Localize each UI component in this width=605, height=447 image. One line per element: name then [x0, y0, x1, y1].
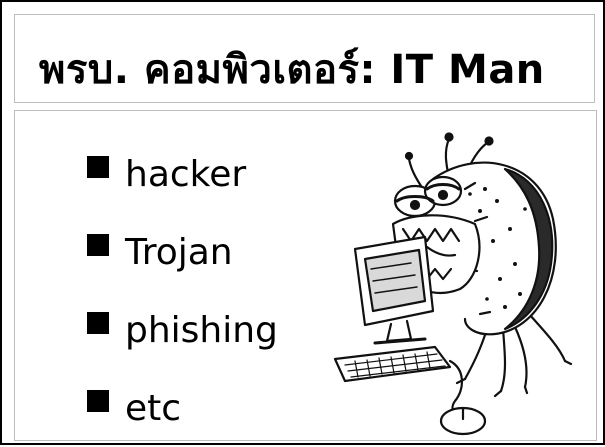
- bullet-label: etc: [125, 387, 182, 429]
- slide-frame: พรบ. คอมพิวเตอร์: IT Man hacker Trojan p…: [0, 0, 605, 445]
- slide-title: พรบ. คอมพิวเตอร์: IT Man: [39, 47, 545, 93]
- bullet-label: Trojan: [125, 231, 233, 273]
- square-bullet-icon: [87, 312, 109, 334]
- bullet-list: hacker Trojan phishing etc: [87, 135, 278, 447]
- square-bullet-icon: [87, 390, 109, 412]
- bullet-item: phishing: [87, 291, 278, 369]
- title-panel: พรบ. คอมพิวเตอร์: IT Man: [14, 14, 595, 103]
- square-bullet-icon: [87, 234, 109, 256]
- bullet-label: hacker: [125, 153, 247, 195]
- bullet-item: hacker: [87, 135, 278, 213]
- bullet-item: etc: [87, 369, 278, 447]
- content-panel: hacker Trojan phishing etc: [14, 110, 597, 441]
- computer-bug-cartoon-icon: [333, 132, 573, 436]
- square-bullet-icon: [87, 156, 109, 178]
- bullet-label: phishing: [125, 309, 278, 351]
- bullet-item: Trojan: [87, 213, 278, 291]
